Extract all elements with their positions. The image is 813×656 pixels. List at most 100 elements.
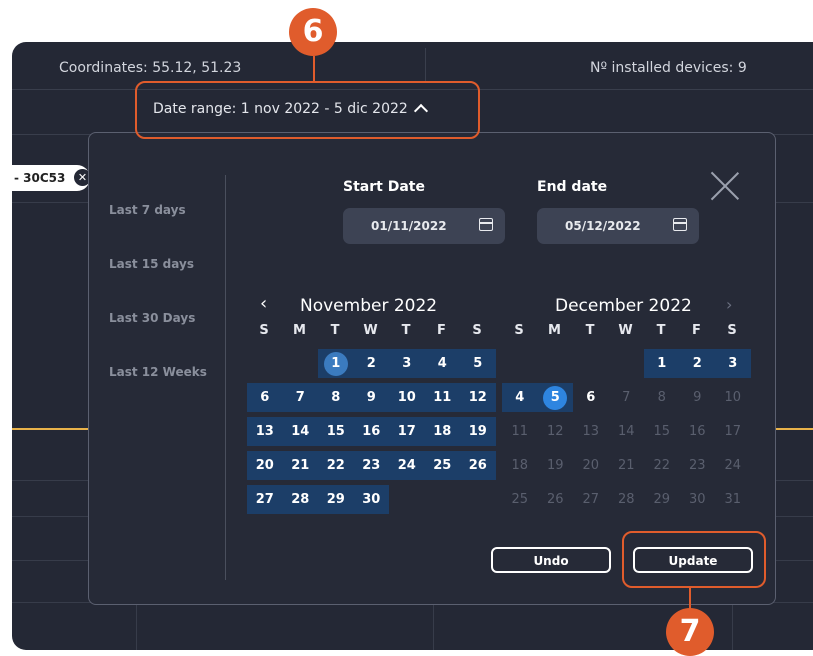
day-cell[interactable]: 12 [538, 417, 574, 446]
day-cell[interactable]: 13 [573, 417, 609, 446]
callout-connector [313, 56, 315, 82]
day-cell[interactable]: 16 [353, 417, 389, 446]
day-cell[interactable]: 14 [282, 417, 318, 446]
day-cell[interactable]: 4 [424, 349, 460, 378]
day-cell[interactable]: 12 [460, 383, 496, 412]
calendar-icon[interactable] [673, 218, 687, 231]
day-number: 14 [617, 423, 635, 439]
preset-last-30-days[interactable]: Last 30 Days [109, 311, 207, 365]
day-cell[interactable]: 27 [573, 485, 609, 514]
start-date-field[interactable]: 01/11/2022 [343, 208, 505, 244]
preset-list: Last 7 days Last 15 days Last 30 Days La… [109, 203, 207, 419]
day-cell[interactable]: 22 [318, 451, 354, 480]
day-cell[interactable]: 20 [247, 451, 283, 480]
day-cell[interactable]: 5 [537, 383, 573, 412]
preset-last-7-days[interactable]: Last 7 days [109, 203, 207, 257]
calendar-icon[interactable] [479, 218, 493, 231]
day-cell[interactable]: 16 [680, 417, 716, 446]
day-cell[interactable]: 19 [538, 451, 574, 480]
day-cell[interactable]: 18 [424, 417, 460, 446]
day-cell[interactable]: 2 [679, 349, 715, 378]
grid-line [433, 602, 434, 650]
preset-last-12-weeks[interactable]: Last 12 Weeks [109, 365, 207, 419]
day-cell[interactable]: 9 [353, 383, 389, 412]
day-cell[interactable]: 23 [353, 451, 389, 480]
day-cell[interactable]: 20 [573, 451, 609, 480]
day-cell[interactable]: 7 [282, 383, 318, 412]
chevron-left-icon[interactable]: ‹ [260, 293, 267, 314]
day-cell[interactable]: 3 [715, 349, 751, 378]
day-number: 17 [724, 423, 742, 439]
installed-devices-text: Nº installed devices: 9 [590, 60, 747, 76]
day-cell[interactable]: 30 [680, 485, 716, 514]
day-cell[interactable]: 31 [715, 485, 751, 514]
weekday-label: T [585, 323, 595, 338]
day-cell[interactable]: 1 [644, 349, 680, 378]
day-cell[interactable]: 5 [460, 349, 496, 378]
day-number: 13 [582, 423, 600, 439]
day-number: 10 [724, 389, 742, 405]
day-cell[interactable]: 13 [247, 417, 283, 446]
day-number: 22 [653, 457, 671, 473]
day-cell[interactable]: 11 [502, 417, 538, 446]
weekday-label: T [401, 323, 411, 338]
day-cell[interactable]: 10 [715, 383, 751, 412]
day-cell[interactable]: 15 [644, 417, 680, 446]
day-cell[interactable]: 24 [389, 451, 425, 480]
header-divider [425, 48, 426, 83]
day-cell[interactable]: 1 [318, 349, 354, 378]
day-cell[interactable]: 9 [680, 383, 716, 412]
day-number: 8 [657, 389, 666, 405]
day-cell[interactable]: 29 [318, 485, 354, 514]
day-cell[interactable]: 25 [502, 485, 538, 514]
day-cell[interactable]: 19 [460, 417, 496, 446]
weekday-label: T [330, 323, 340, 338]
day-cell[interactable]: 3 [389, 349, 425, 378]
day-cell[interactable]: 8 [644, 383, 680, 412]
day-cell[interactable]: 6 [247, 383, 283, 412]
chevron-right-icon[interactable]: › [726, 295, 732, 314]
day-number: 19 [468, 423, 487, 439]
day-cell[interactable]: 7 [609, 383, 645, 412]
day-cell[interactable]: 17 [389, 417, 425, 446]
day-cell[interactable]: 26 [460, 451, 496, 480]
grid-line [136, 602, 137, 650]
day-number: 16 [688, 423, 706, 439]
day-cell[interactable]: 29 [644, 485, 680, 514]
day-cell[interactable]: 4 [502, 383, 538, 412]
day-cell[interactable]: 24 [715, 451, 751, 480]
day-number: 23 [688, 457, 706, 473]
day-number: 22 [326, 457, 345, 473]
day-cell[interactable]: 28 [609, 485, 645, 514]
day-cell[interactable]: 21 [282, 451, 318, 480]
undo-button[interactable]: Undo [491, 547, 611, 573]
day-number: 28 [617, 491, 635, 507]
day-cell[interactable]: 21 [609, 451, 645, 480]
weekday-label: W [363, 323, 378, 338]
preset-last-15-days[interactable]: Last 15 days [109, 257, 207, 311]
day-cell[interactable]: 8 [318, 383, 354, 412]
close-icon[interactable] [710, 171, 740, 201]
day-cell[interactable]: 22 [644, 451, 680, 480]
day-cell[interactable]: 17 [715, 417, 751, 446]
day-number: 20 [582, 457, 600, 473]
day-cell[interactable]: 28 [282, 485, 318, 514]
day-cell[interactable]: 2 [353, 349, 389, 378]
day-cell[interactable]: 15 [318, 417, 354, 446]
day-cell[interactable]: 25 [424, 451, 460, 480]
day-number: 24 [397, 457, 416, 473]
weekday-label: S [259, 323, 269, 338]
end-date-field[interactable]: 05/12/2022 [537, 208, 699, 244]
weekday-label: F [437, 323, 446, 338]
day-cell[interactable]: 6 [573, 383, 609, 412]
day-cell[interactable]: 23 [680, 451, 716, 480]
day-cell[interactable]: 10 [389, 383, 425, 412]
device-chip[interactable]: - 30C53 ✕ [12, 165, 91, 191]
day-cell[interactable]: 27 [247, 485, 283, 514]
day-number: 18 [511, 457, 529, 473]
day-cell[interactable]: 11 [424, 383, 460, 412]
day-cell[interactable]: 26 [538, 485, 574, 514]
day-cell[interactable]: 18 [502, 451, 538, 480]
day-cell[interactable]: 30 [353, 485, 389, 514]
day-cell[interactable]: 14 [609, 417, 645, 446]
